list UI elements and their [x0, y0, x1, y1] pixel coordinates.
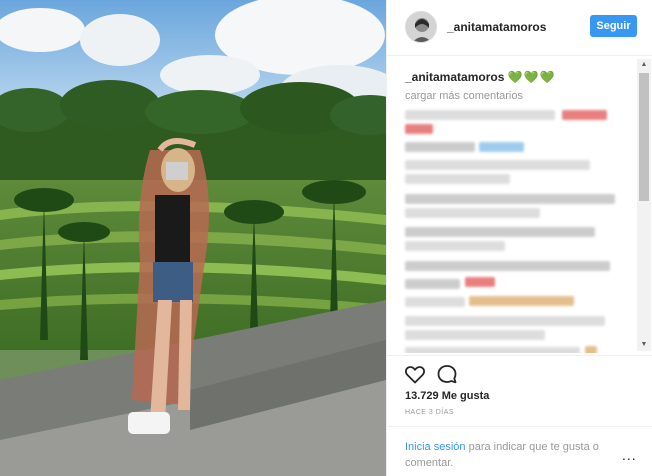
comments-list: _anitamatamoros 💚💚💚 cargar más comentari…: [387, 57, 652, 353]
comments-scrollbar[interactable]: ▲ ▼: [637, 59, 651, 351]
scroll-thumb[interactable]: [639, 73, 649, 201]
censored-comment: [405, 110, 555, 120]
post-actions: 13.729 Me gusta HACE 3 DÍAS: [387, 355, 652, 425]
post-header: _anitamatamoros Seguir: [387, 0, 652, 56]
load-more-comments[interactable]: cargar más comentarios: [405, 90, 523, 102]
censored-emoji: [585, 346, 597, 353]
censored-comment: [405, 174, 510, 184]
censored-emoji: [469, 296, 574, 306]
caption-username[interactable]: _anitamatamoros: [405, 70, 504, 84]
censored-comment: [405, 208, 540, 218]
heart-icon[interactable]: [403, 362, 427, 386]
scroll-up-icon[interactable]: ▲: [639, 60, 649, 70]
post-image: [0, 0, 386, 476]
censored-comment: [405, 330, 545, 340]
censored-comment: [405, 297, 465, 307]
post-timestamp[interactable]: HACE 3 DÍAS: [405, 409, 454, 416]
login-prompt: Inicia sesión para indicar que te gusta …: [387, 426, 652, 476]
censored-comment: [405, 194, 615, 204]
censored-comment: [405, 347, 580, 353]
follow-button[interactable]: Seguir: [590, 15, 637, 37]
post-details-panel: _anitamatamoros Seguir _anitamatamoros 💚…: [386, 0, 652, 476]
censored-comment: [405, 227, 595, 237]
censored-emoji: [405, 124, 433, 134]
login-link[interactable]: Inicia sesión: [405, 441, 466, 453]
more-options-icon[interactable]: ...: [622, 447, 637, 463]
censored-emoji: [562, 110, 607, 120]
scroll-down-icon[interactable]: ▼: [639, 340, 649, 350]
username-link[interactable]: _anitamatamoros: [447, 20, 546, 34]
comment-icon[interactable]: [435, 362, 459, 386]
censored-comment: [405, 160, 590, 170]
censored-emoji: [465, 277, 495, 287]
caption: _anitamatamoros 💚💚💚: [405, 70, 556, 84]
censored-emoji: [479, 142, 524, 152]
censored-comment: [405, 241, 505, 251]
post-photo[interactable]: [0, 0, 386, 476]
login-text: Inicia sesión para indicar que te gusta …: [405, 439, 605, 471]
censored-comment: [405, 316, 605, 326]
censored-comment: [405, 261, 610, 271]
likes-count[interactable]: 13.729 Me gusta: [405, 390, 489, 402]
avatar[interactable]: [405, 11, 437, 43]
caption-text: 💚💚💚: [507, 70, 556, 84]
censored-comment: [405, 279, 460, 289]
censored-comment: [405, 142, 475, 152]
